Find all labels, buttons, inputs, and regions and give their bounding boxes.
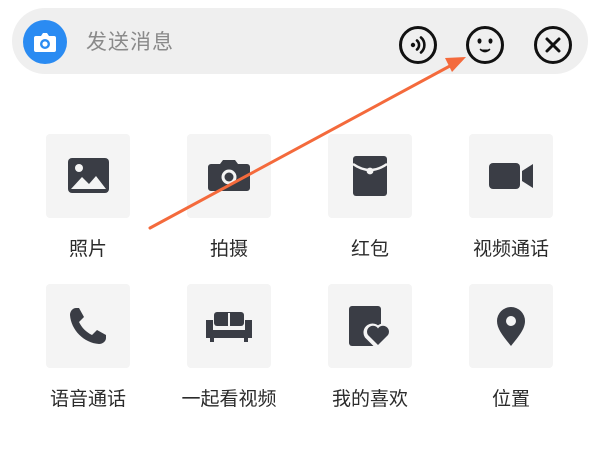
liked-icon bbox=[349, 306, 393, 350]
red-packet-icon bbox=[352, 156, 388, 196]
photo-label: 照片 bbox=[68, 238, 107, 260]
video-camera-icon bbox=[489, 163, 533, 189]
photo-button[interactable] bbox=[46, 134, 130, 218]
camera-icon bbox=[34, 33, 56, 52]
location-button[interactable] bbox=[469, 284, 553, 368]
video-call-label: 视频通话 bbox=[472, 238, 549, 260]
emoji-button[interactable] bbox=[465, 25, 505, 65]
watch-together-button[interactable] bbox=[187, 284, 271, 368]
sofa-icon bbox=[206, 312, 252, 342]
close-icon bbox=[534, 26, 572, 64]
voice-call-button[interactable] bbox=[46, 284, 130, 368]
video-call-button[interactable] bbox=[469, 134, 553, 218]
camera-capture-icon bbox=[208, 160, 250, 191]
camera-capture-label: 拍摄 bbox=[209, 238, 248, 260]
message-input-bar: 发送消息 bbox=[12, 8, 588, 74]
voice-icon bbox=[399, 26, 437, 64]
camera-button[interactable] bbox=[23, 20, 67, 64]
message-input[interactable]: 发送消息 bbox=[86, 26, 174, 56]
voice-button[interactable] bbox=[398, 25, 438, 65]
my-likes-label: 我的喜欢 bbox=[331, 388, 408, 410]
camera-capture-button[interactable] bbox=[187, 134, 271, 218]
my-likes-button[interactable] bbox=[328, 284, 412, 368]
emoji-icon bbox=[466, 26, 504, 64]
location-label: 位置 bbox=[491, 388, 530, 410]
voice-call-label: 语音通话 bbox=[49, 388, 126, 410]
location-pin-icon bbox=[497, 307, 525, 346]
close-button[interactable] bbox=[533, 25, 573, 65]
red-packet-button[interactable] bbox=[328, 134, 412, 218]
photo-icon bbox=[68, 158, 109, 193]
phone-icon bbox=[70, 308, 106, 344]
watch-together-label: 一起看视频 bbox=[181, 388, 277, 410]
red-packet-label: 红包 bbox=[350, 238, 389, 260]
